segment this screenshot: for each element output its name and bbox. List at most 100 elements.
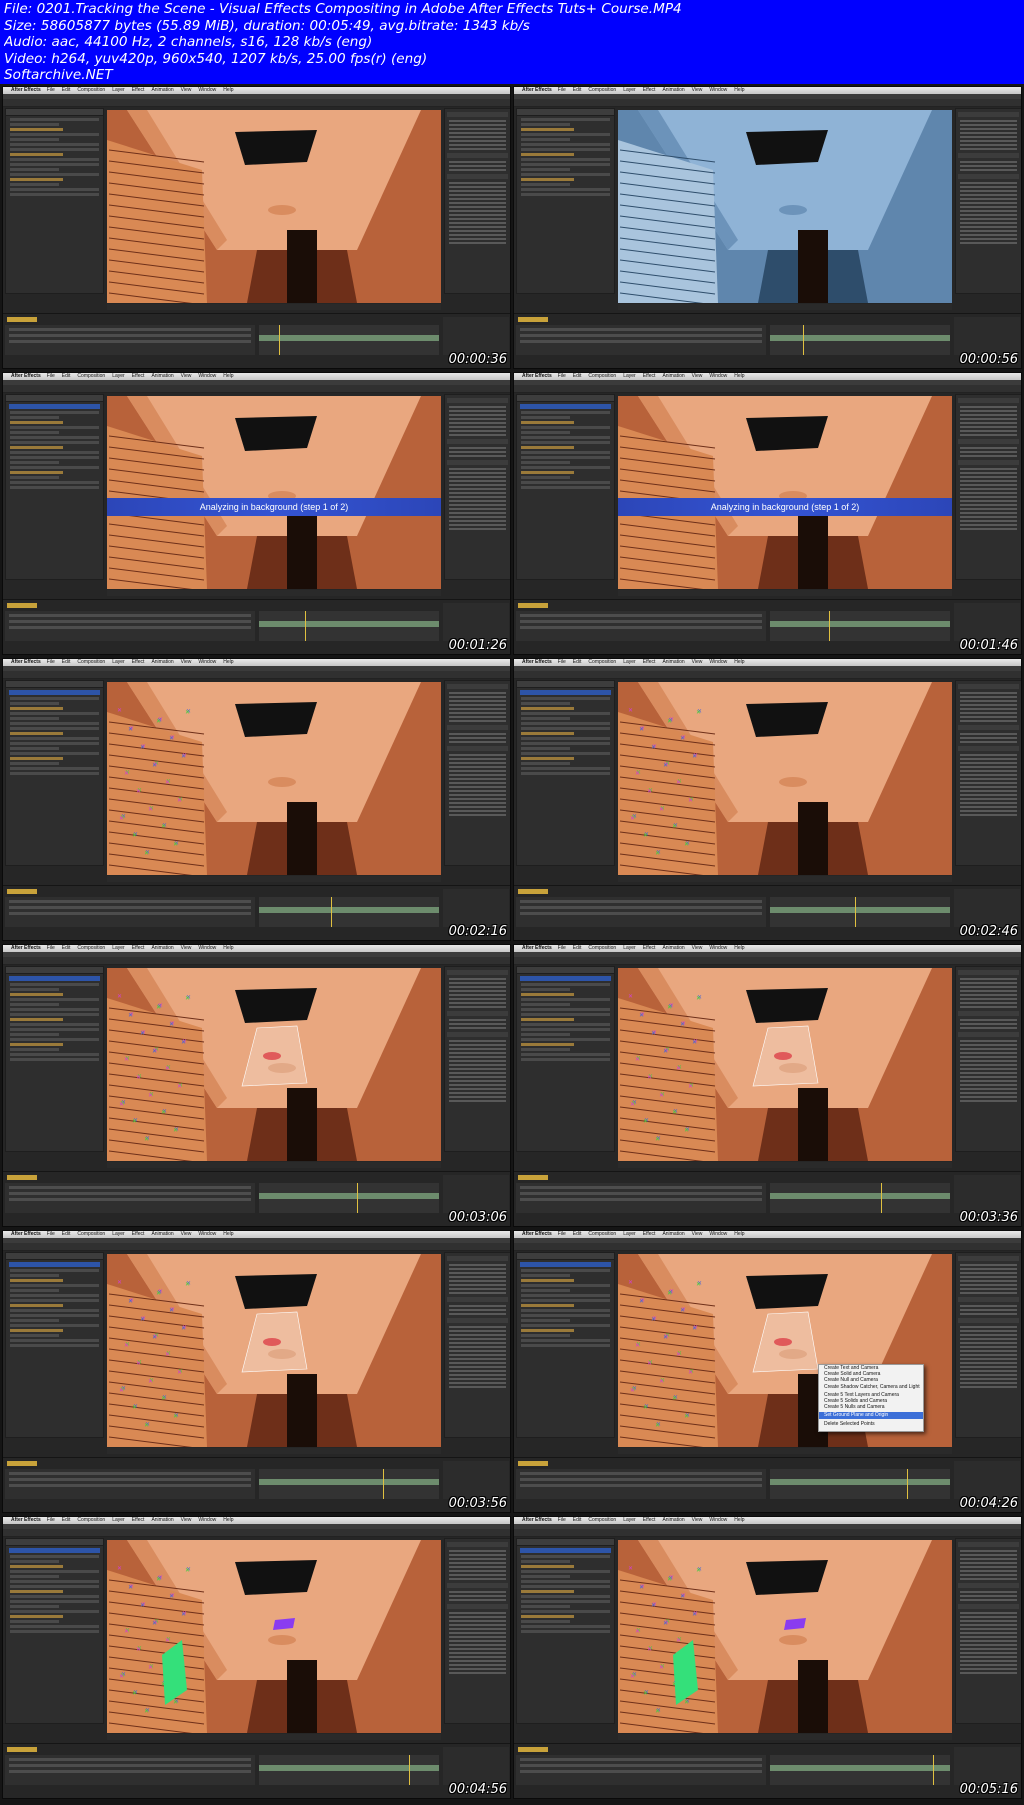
context-menu-item[interactable]: Create Shadow Catcher, Camera and Light <box>819 1384 923 1390</box>
menu-item[interactable]: Edit <box>62 373 71 379</box>
menu-item[interactable]: Window <box>709 373 727 379</box>
menu-item[interactable]: Edit <box>573 87 582 93</box>
menu-item[interactable]: Composition <box>77 373 105 379</box>
menu-item[interactable]: View <box>692 945 703 951</box>
time-ruler[interactable] <box>259 1469 439 1499</box>
context-menu-item[interactable]: Delete Selected Points <box>819 1421 923 1427</box>
composition-viewer[interactable] <box>618 110 952 303</box>
menu-item[interactable]: Edit <box>573 945 582 951</box>
menu-item[interactable]: Animation <box>151 1231 173 1237</box>
time-ruler[interactable] <box>259 611 439 641</box>
menu-item[interactable]: File <box>558 87 566 93</box>
composition-viewer[interactable]: ✕ ✕ ✕ ✕ ✕ ✕ ✕ ✕ ✕ ✕ ✕ ✕ ✕ ✕ ✕ ✕ ✕ ✕ ✕ ✕ ✕ ✕ ✕ ✕ ✕ ✕ ✕ ✕ ✕ ✕ ✕ ✕ ✕ ✕ ✕ ✕ ✕ ✕ Cr… <box>618 1254 952 1447</box>
menu-item[interactable]: File <box>558 373 566 379</box>
menu-item[interactable]: Edit <box>573 1231 582 1237</box>
menu-item[interactable]: Help <box>223 87 233 93</box>
menu-item[interactable]: File <box>558 1231 566 1237</box>
menu-item[interactable]: Animation <box>662 659 684 665</box>
menu-item[interactable]: Layer <box>112 1517 125 1523</box>
menu-item[interactable]: Window <box>198 659 216 665</box>
menu-item[interactable]: Edit <box>573 373 582 379</box>
viewer-controls[interactable] <box>618 1162 952 1168</box>
menu-item[interactable]: File <box>47 1517 55 1523</box>
menu-item[interactable]: Layer <box>623 373 636 379</box>
menu-item[interactable]: Animation <box>151 945 173 951</box>
menu-item[interactable]: Edit <box>62 945 71 951</box>
time-ruler[interactable] <box>259 1755 439 1785</box>
menu-item[interactable]: Effect <box>643 1231 656 1237</box>
menu-item[interactable]: Help <box>223 945 233 951</box>
timeline-panel[interactable] <box>3 1171 510 1226</box>
menu-item[interactable]: View <box>692 87 703 93</box>
time-ruler[interactable] <box>770 611 950 641</box>
menu-item[interactable]: Layer <box>623 1231 636 1237</box>
menu-item[interactable]: File <box>558 1517 566 1523</box>
menu-item[interactable]: View <box>181 1231 192 1237</box>
timeline-panel[interactable] <box>3 1457 510 1512</box>
menu-item[interactable]: Window <box>709 1231 727 1237</box>
composition-viewer[interactable]: ✕✕✕✕✕✕✕✕✕✕✕✕✕✕✕✕✕✕✕✕✕✕✕✕✕✕✕✕✕✕✕✕✕✕✕✕✕✕ <box>618 682 952 875</box>
menu-item[interactable]: Effect <box>643 1517 656 1523</box>
menu-item[interactable]: File <box>47 945 55 951</box>
menu-item[interactable]: Composition <box>77 1231 105 1237</box>
menu-item[interactable]: Window <box>198 945 216 951</box>
menu-item[interactable]: Layer <box>623 87 636 93</box>
viewer-controls[interactable] <box>618 1734 952 1740</box>
menu-item[interactable]: Composition <box>77 945 105 951</box>
viewer-controls[interactable] <box>107 1448 441 1454</box>
menu-item[interactable]: Animation <box>662 87 684 93</box>
menu-item[interactable]: View <box>692 1231 703 1237</box>
menu-item[interactable]: Effect <box>643 945 656 951</box>
menu-item[interactable]: Composition <box>588 87 616 93</box>
composition-viewer[interactable]: Analyzing in background (step 1 of 2) <box>618 396 952 589</box>
menu-item[interactable]: Animation <box>662 945 684 951</box>
menu-item[interactable]: Effect <box>643 659 656 665</box>
menu-item[interactable]: Animation <box>151 373 173 379</box>
menu-item[interactable]: Effect <box>643 87 656 93</box>
viewer-controls[interactable] <box>107 1162 441 1168</box>
menu-item[interactable]: Help <box>223 1517 233 1523</box>
menu-item[interactable]: Edit <box>62 1231 71 1237</box>
composition-viewer[interactable]: ✕✕✕✕✕✕✕✕✕✕✕✕✕✕✕✕✕✕✕✕✕✕✕✕✕✕✕✕✕✕✕✕✕✕✕✕✕✕ <box>618 968 952 1161</box>
time-ruler[interactable] <box>770 897 950 927</box>
timeline-panel[interactable] <box>514 1743 1021 1798</box>
menu-item[interactable]: View <box>181 373 192 379</box>
menu-item[interactable]: Layer <box>623 1517 636 1523</box>
time-ruler[interactable] <box>770 1755 950 1785</box>
menu-item[interactable]: Window <box>709 945 727 951</box>
timeline-panel[interactable] <box>514 1171 1021 1226</box>
menu-item[interactable]: View <box>181 945 192 951</box>
menu-item[interactable]: Window <box>709 87 727 93</box>
menu-item[interactable]: View <box>692 659 703 665</box>
time-ruler[interactable] <box>259 897 439 927</box>
menu-item[interactable]: View <box>181 659 192 665</box>
time-ruler[interactable] <box>770 1469 950 1499</box>
menu-item[interactable]: Animation <box>662 373 684 379</box>
timeline-panel[interactable] <box>3 599 510 654</box>
menu-item[interactable]: Help <box>734 659 744 665</box>
timeline-panel[interactable] <box>514 599 1021 654</box>
menu-item[interactable]: Window <box>198 1517 216 1523</box>
menu-item[interactable]: File <box>558 945 566 951</box>
menu-item[interactable]: Animation <box>662 1231 684 1237</box>
menu-item[interactable]: File <box>558 659 566 665</box>
menu-item[interactable]: File <box>47 1231 55 1237</box>
menu-item[interactable]: Layer <box>112 945 125 951</box>
menu-item[interactable]: Effect <box>643 373 656 379</box>
timeline-panel[interactable] <box>514 313 1021 368</box>
menu-item[interactable]: Effect <box>132 87 145 93</box>
menu-item[interactable]: Window <box>709 1517 727 1523</box>
composition-viewer[interactable]: ✕✕✕✕✕✕✕✕✕✕✕✕✕✕✕✕✕✕✕✕✕✕✕✕✕✕✕✕✕✕✕✕✕✕✕✕✕✕ <box>618 1540 952 1733</box>
menu-item[interactable]: Composition <box>588 373 616 379</box>
menu-item[interactable]: Help <box>223 659 233 665</box>
menu-item[interactable]: Effect <box>132 1517 145 1523</box>
composition-viewer[interactable] <box>107 110 441 303</box>
menu-item[interactable]: Composition <box>77 659 105 665</box>
viewer-controls[interactable] <box>107 590 441 596</box>
composition-viewer[interactable]: ✕✕✕✕✕✕✕✕✕✕✕✕✕✕✕✕✕✕✕✕✕✕✕✕✕✕✕✕✕✕✕✕✕✕✕✕✕✕ <box>107 1540 441 1733</box>
menu-item[interactable]: Help <box>223 1231 233 1237</box>
viewer-controls[interactable] <box>618 876 952 882</box>
menu-item[interactable]: Edit <box>62 87 71 93</box>
menu-item[interactable]: Animation <box>151 659 173 665</box>
timeline-panel[interactable] <box>3 885 510 940</box>
